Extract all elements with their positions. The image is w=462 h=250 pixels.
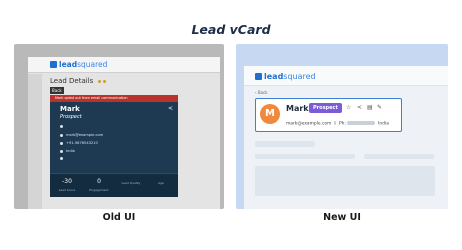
new-email[interactable]: mark@example.com	[286, 122, 331, 127]
new-logo: lead squared	[255, 72, 316, 81]
email-icon	[60, 133, 63, 137]
old-alert-bar: Mark opted out from email communication	[50, 95, 178, 102]
old-back-button[interactable]: Back	[50, 87, 64, 94]
separator	[334, 121, 337, 125]
old-lead-status: Prospect	[60, 114, 82, 120]
old-phone[interactable]: +91-9876543210	[66, 141, 98, 145]
status-badge: Prospect	[309, 103, 342, 113]
logo-mark-icon	[255, 73, 262, 80]
new-location: India	[378, 121, 389, 127]
new-ui-window: lead squared ‹ Back M Mark Prospect ☆ < ▤…	[244, 66, 448, 209]
stat-age: Age	[158, 181, 164, 185]
new-lead-vcard: M Mark Prospect ☆ < ▤ ✎ mark@example.com…	[255, 98, 402, 132]
logo-word-2: squared	[77, 60, 108, 69]
share-icon[interactable]: <	[357, 104, 362, 111]
old-logo: lead squared	[50, 60, 107, 69]
new-back-label: Back	[257, 90, 268, 95]
avatar: M	[260, 104, 280, 124]
new-back-button[interactable]: ‹ Back	[255, 90, 268, 95]
old-email[interactable]: mark@example.com	[66, 133, 103, 137]
logo-word-1: lead	[264, 72, 284, 81]
old-ui-window: lead squared Lead Details Back Mark opted…	[28, 57, 220, 209]
old-phone-row: +91-9876543210	[60, 141, 98, 145]
old-ui-caption: Old UI	[102, 212, 136, 223]
old-side-gutter	[28, 74, 42, 209]
blurred-phone[interactable]	[347, 121, 376, 125]
logo-mark-icon	[50, 61, 57, 68]
old-email-row: mark@example.com	[60, 133, 103, 137]
star-icon[interactable]: ☆	[346, 104, 351, 111]
old-heading-text: Lead Details	[50, 77, 94, 85]
new-ui-caption: New UI	[323, 212, 361, 223]
share-icon[interactable]: <	[168, 105, 173, 112]
old-ui-screenshot: lead squared Lead Details Back Mark opted…	[14, 44, 224, 209]
old-location-row: India	[60, 149, 75, 153]
logo-word-2: squared	[283, 72, 316, 81]
notes-icon[interactable]: ▤	[367, 104, 373, 111]
old-chat-row	[60, 157, 66, 160]
old-lead-name: Mark	[60, 105, 80, 113]
old-page-heading: Lead Details	[50, 77, 106, 85]
stat-lead-quality: Lead Quality	[121, 181, 141, 185]
phone-prefix: Ph:	[338, 121, 346, 127]
user-icon	[60, 125, 63, 128]
location-icon	[60, 149, 63, 153]
old-owner-row	[60, 125, 66, 128]
blurred-content	[255, 141, 315, 147]
new-lead-name: Mark	[286, 104, 309, 113]
page-title: Lead vCard	[191, 22, 271, 37]
stat-lead-score: -30 Lead Score	[58, 178, 76, 192]
old-stats-bar: -30 Lead Score 0 Engagement Lead Quality A…	[50, 173, 178, 197]
chat-icon[interactable]	[60, 157, 63, 160]
blurred-content	[255, 166, 435, 196]
dot-icon	[102, 79, 106, 83]
phone-icon	[60, 141, 63, 145]
edit-icon[interactable]: ✎	[377, 104, 382, 111]
old-lead-card: Mark opted out from email communication …	[50, 95, 178, 197]
logo-word-1: lead	[59, 60, 78, 69]
new-ui-screenshot: lead squared ‹ Back M Mark Prospect ☆ < ▤…	[236, 44, 448, 209]
stat-engagement: 0 Engagement	[89, 178, 109, 192]
old-location: India	[66, 149, 75, 153]
blurred-content	[255, 154, 355, 159]
dot-icon	[97, 79, 101, 83]
blurred-content	[364, 154, 434, 159]
new-contact-line: mark@example.com Ph: India	[286, 121, 389, 127]
